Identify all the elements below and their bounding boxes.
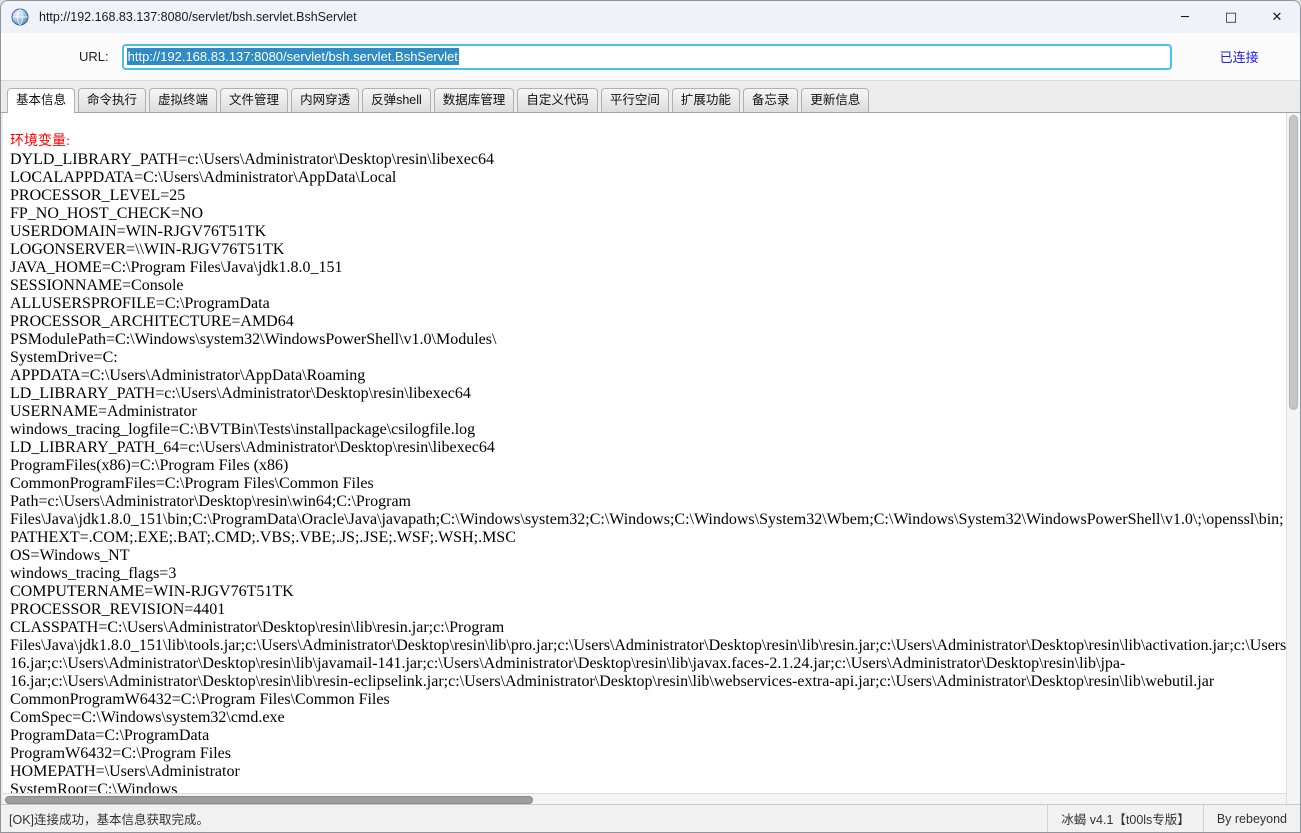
url-input[interactable]: http://192.168.83.137:8080/servlet/bsh.s…: [122, 44, 1172, 70]
env-line: LD_LIBRARY_PATH_64=c:\Users\Administrato…: [10, 439, 1288, 457]
behinder-window: http://192.168.83.137:8080/servlet/bsh.s…: [0, 0, 1301, 833]
close-button[interactable]: ✕: [1254, 1, 1300, 33]
url-input-selected-text[interactable]: http://192.168.83.137:8080/servlet/bsh.s…: [127, 48, 459, 65]
env-line: USERDOMAIN=WIN-RJGV76T51TK: [10, 223, 1288, 241]
tab-command-exec[interactable]: 命令执行: [78, 88, 146, 112]
env-line: PSModulePath=C:\Windows\system32\Windows…: [10, 331, 1288, 349]
app-globe-icon: [11, 8, 29, 26]
status-message: [OK]连接成功，基本信息获取完成。: [9, 809, 209, 828]
tab-virtual-terminal[interactable]: 虚拟终端: [149, 88, 217, 112]
basic-info-panel: 环境变量: DYLD_LIBRARY_PATH=c:\Users\Adminis…: [3, 113, 1288, 806]
minimize-button[interactable]: ─: [1162, 1, 1208, 33]
env-line: LOCALAPPDATA=C:\Users\Administrator\AppD…: [10, 169, 1288, 187]
tab-memo[interactable]: 备忘录: [743, 88, 799, 112]
tab-parallel-space[interactable]: 平行空间: [601, 88, 669, 112]
tab-update-info[interactable]: 更新信息: [801, 88, 869, 112]
env-line: OS=Windows_NT: [10, 547, 1288, 565]
env-line: Files\Java\jdk1.8.0_151\bin;C:\ProgramDa…: [10, 511, 1288, 529]
env-line: APPDATA=C:\Users\Administrator\AppData\R…: [10, 367, 1288, 385]
env-line: windows_tracing_flags=3: [10, 565, 1288, 583]
window-title: http://192.168.83.137:8080/servlet/bsh.s…: [39, 10, 357, 24]
tab-custom-code[interactable]: 自定义代码: [517, 88, 598, 112]
env-section-title: 环境变量:: [10, 133, 1288, 151]
status-bar: [OK]连接成功，基本信息获取完成。 冰蝎 v4.1【t00ls专版】 By r…: [1, 804, 1300, 832]
env-line: ProgramData=C:\ProgramData: [10, 727, 1288, 745]
url-row: URL: http://192.168.83.137:8080/servlet/…: [1, 33, 1300, 81]
tab-file-manager[interactable]: 文件管理: [220, 88, 288, 112]
tab-basic-info[interactable]: 基本信息: [7, 88, 75, 113]
window-controls: ─ □ ✕: [1162, 1, 1300, 33]
env-line: SESSIONNAME=Console: [10, 277, 1288, 295]
env-line: PROCESSOR_ARCHITECTURE=AMD64: [10, 313, 1288, 331]
env-line: PROCESSOR_LEVEL=25: [10, 187, 1288, 205]
env-line: ALLUSERSPROFILE=C:\ProgramData: [10, 295, 1288, 313]
env-line: USERNAME=Administrator: [10, 403, 1288, 421]
env-variables-text: 环境变量: DYLD_LIBRARY_PATH=c:\Users\Adminis…: [3, 113, 1288, 793]
horizontal-scrollbar-thumb[interactable]: [5, 796, 533, 804]
env-line: LD_LIBRARY_PATH=c:\Users\Administrator\D…: [10, 385, 1288, 403]
author-label: By rebeyond: [1203, 805, 1300, 832]
env-line: JAVA_HOME=C:\Program Files\Java\jdk1.8.0…: [10, 259, 1288, 277]
env-line: ComSpec=C:\Windows\system32\cmd.exe: [10, 709, 1288, 727]
tab-extensions[interactable]: 扩展功能: [672, 88, 740, 112]
tab-intranet-tunnel[interactable]: 内网穿透: [291, 88, 359, 112]
env-line: FP_NO_HOST_CHECK=NO: [10, 205, 1288, 223]
tab-strip: 基本信息 命令执行 虚拟终端 文件管理 内网穿透 反弹shell 数据库管理 自…: [1, 81, 1300, 113]
url-label: URL:: [79, 49, 109, 64]
env-line: 16.jar;c:\Users\Administrator\Desktop\re…: [10, 673, 1288, 691]
version-label: 冰蝎 v4.1【t00ls专版】: [1047, 805, 1203, 832]
env-line-list: DYLD_LIBRARY_PATH=c:\Users\Administrator…: [10, 151, 1288, 793]
env-line: ProgramFiles(x86)=C:\Program Files (x86): [10, 457, 1288, 475]
env-line: 16.jar;c:\Users\Administrator\Desktop\re…: [10, 655, 1288, 673]
env-line: CommonProgramFiles=C:\Program Files\Comm…: [10, 475, 1288, 493]
connection-status-label: 已连接: [1220, 47, 1259, 66]
env-line: CommonProgramW6432=C:\Program Files\Comm…: [10, 691, 1288, 709]
env-line: ProgramW6432=C:\Program Files: [10, 745, 1288, 763]
env-line: COMPUTERNAME=WIN-RJGV76T51TK: [10, 583, 1288, 601]
env-line: SystemDrive=C:: [10, 349, 1288, 367]
status-right-group: 冰蝎 v4.1【t00ls专版】 By rebeyond: [1047, 805, 1300, 832]
tab-reverse-shell[interactable]: 反弹shell: [362, 88, 431, 112]
tab-database-manager[interactable]: 数据库管理: [434, 88, 515, 112]
env-line: Files\Java\jdk1.8.0_151\lib\tools.jar;c:…: [10, 637, 1288, 655]
env-line: PROCESSOR_REVISION=4401: [10, 601, 1288, 619]
env-line: CLASSPATH=C:\Users\Administrator\Desktop…: [10, 619, 1288, 637]
vertical-scrollbar[interactable]: [1286, 113, 1300, 806]
env-line: LOGONSERVER=\\WIN-RJGV76T51TK: [10, 241, 1288, 259]
maximize-button[interactable]: □: [1208, 1, 1254, 33]
env-line: PATHEXT=.COM;.EXE;.BAT;.CMD;.VBS;.VBE;.J…: [10, 529, 1288, 547]
env-line: Path=c:\Users\Administrator\Desktop\resi…: [10, 493, 1288, 511]
env-line: windows_tracing_logfile=C:\BVTBin\Tests\…: [10, 421, 1288, 439]
env-line: SystemRoot=C:\Windows: [10, 781, 1288, 793]
vertical-scrollbar-thumb[interactable]: [1289, 115, 1298, 410]
env-line: HOMEPATH=\Users\Administrator: [10, 763, 1288, 781]
title-bar: http://192.168.83.137:8080/servlet/bsh.s…: [1, 1, 1300, 33]
env-line: DYLD_LIBRARY_PATH=c:\Users\Administrator…: [10, 151, 1288, 169]
